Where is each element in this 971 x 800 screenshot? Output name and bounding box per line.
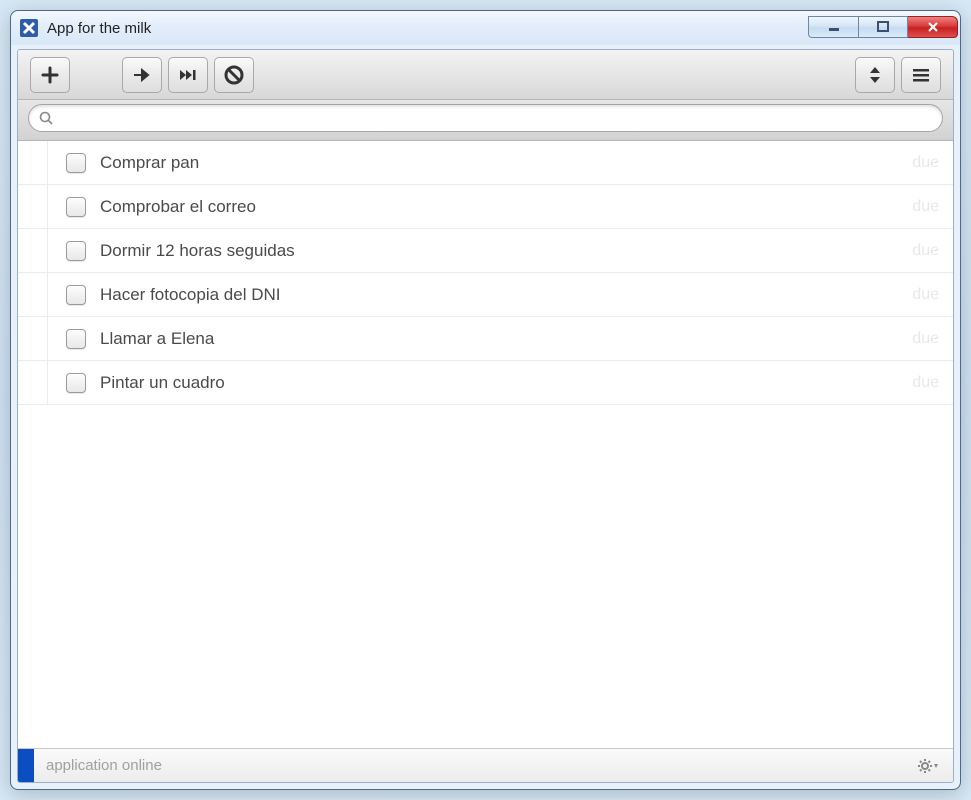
cancel-button[interactable] [214, 57, 254, 93]
postpone-button[interactable] [122, 57, 162, 93]
task-text: Hacer fotocopia del DNI [100, 285, 912, 305]
status-text: application online [46, 757, 905, 774]
task-checkbox[interactable] [66, 241, 86, 261]
arrow-right-icon [132, 67, 152, 83]
skip-button[interactable] [168, 57, 208, 93]
task-row[interactable]: Comprar pan due [18, 141, 953, 185]
task-text: Llamar a Elena [100, 329, 912, 349]
task-due-label: due [912, 330, 939, 348]
settings-button[interactable] [917, 758, 939, 774]
task-due-label: due [912, 154, 939, 172]
task-row[interactable]: Dormir 12 horas seguidas due [18, 229, 953, 273]
maximize-button[interactable] [858, 16, 908, 38]
close-icon [926, 21, 940, 33]
task-due-label: due [912, 374, 939, 392]
task-handle[interactable] [18, 185, 48, 228]
gear-icon [917, 758, 939, 774]
task-text: Pintar un cuadro [100, 373, 912, 393]
task-row[interactable]: Llamar a Elena due [18, 317, 953, 361]
minimize-button[interactable] [808, 16, 858, 38]
toolbar [18, 50, 953, 100]
minimize-icon [827, 22, 841, 32]
task-handle[interactable] [18, 141, 48, 184]
searchbar-row [18, 100, 953, 141]
content-area: Comprar pan due Comprobar el correo due … [17, 49, 954, 783]
maximize-icon [876, 21, 890, 33]
task-text: Comprobar el correo [100, 197, 912, 217]
no-entry-icon [224, 65, 244, 85]
task-checkbox[interactable] [66, 197, 86, 217]
task-handle[interactable] [18, 317, 48, 360]
app-icon [19, 18, 39, 38]
task-checkbox[interactable] [66, 153, 86, 173]
task-handle[interactable] [18, 273, 48, 316]
task-handle[interactable] [18, 361, 48, 404]
sort-icon [867, 66, 883, 84]
add-task-button[interactable] [30, 57, 70, 93]
statusbar: application online [18, 748, 953, 782]
task-due-label: due [912, 286, 939, 304]
task-handle[interactable] [18, 229, 48, 272]
search-icon [39, 111, 53, 125]
task-due-label: due [912, 242, 939, 260]
task-due-label: due [912, 198, 939, 216]
window-title: App for the milk [47, 20, 808, 37]
task-text: Comprar pan [100, 153, 912, 173]
sort-button[interactable] [855, 57, 895, 93]
task-checkbox[interactable] [66, 285, 86, 305]
close-button[interactable] [908, 16, 958, 38]
task-row[interactable]: Pintar un cuadro due [18, 361, 953, 405]
task-row[interactable]: Hacer fotocopia del DNI due [18, 273, 953, 317]
titlebar[interactable]: App for the milk [11, 11, 960, 45]
skip-forward-icon [178, 67, 198, 83]
search-input[interactable] [59, 110, 932, 126]
menu-button[interactable] [901, 57, 941, 93]
task-text: Dormir 12 horas seguidas [100, 241, 912, 261]
task-row[interactable]: Comprobar el correo due [18, 185, 953, 229]
status-indicator [18, 749, 34, 782]
hamburger-icon [912, 68, 930, 82]
task-checkbox[interactable] [66, 329, 86, 349]
plus-icon [41, 66, 59, 84]
app-window: App for the milk [10, 10, 961, 790]
task-list: Comprar pan due Comprobar el correo due … [18, 141, 953, 748]
searchbar[interactable] [28, 104, 943, 132]
window-controls [808, 18, 958, 38]
task-checkbox[interactable] [66, 373, 86, 393]
